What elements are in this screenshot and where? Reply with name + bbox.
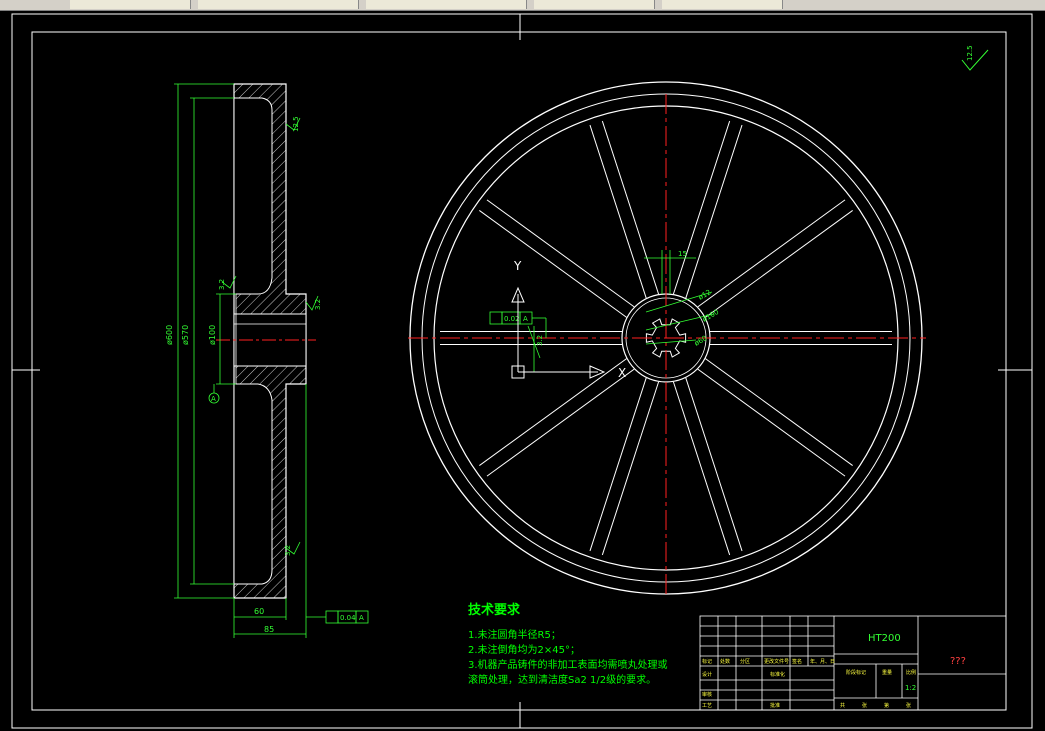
sheet-border (11, 13, 1033, 729)
runout-ref: A (359, 614, 364, 622)
ucs-icon (511, 286, 606, 379)
datum-label: A (211, 395, 216, 403)
spoke-edge (705, 358, 853, 466)
title-block-cell: 批准 (770, 702, 780, 709)
dim-d570: ø570 (181, 325, 190, 345)
ucs-y-label: Y (513, 259, 522, 273)
title-block-cell: 张 (906, 702, 911, 709)
spoke-edge (672, 381, 731, 556)
hub-dim-1: ø12 (697, 288, 712, 302)
rough-r2: 3.2 (314, 299, 322, 310)
spoke-edge (486, 199, 635, 308)
title-block-cell: 更改文件号 (764, 658, 789, 665)
note-1: 1.未注圆角半径R5； (468, 628, 561, 641)
dim-d600: ø600 (165, 325, 174, 345)
dim-15: 15 (678, 250, 687, 258)
corner-roughness-symbol: 12.5 (961, 45, 989, 71)
spoke-edge (697, 199, 846, 308)
title-block-cell: 共 (840, 702, 845, 709)
runout-tolerance-frame: 0.04 A (325, 610, 369, 624)
runout-value: 0.04 (340, 614, 356, 622)
title-block-cell: 审核 (702, 691, 712, 698)
side-view: ø600 ø570 ø100 60 85 12.5 3.2 3.2 3.2 A … (165, 83, 369, 638)
keyway-tol-value: 0.02 (504, 315, 520, 323)
title-block-cell: 分区 (740, 658, 750, 665)
spoke-edge (601, 120, 660, 295)
dim-w60: 60 (254, 607, 264, 616)
spoke-edge (705, 210, 853, 318)
title-block-cell: 处数 (720, 658, 730, 665)
tab-5[interactable] (662, 0, 783, 9)
title-block-cell: 标记 (702, 658, 712, 665)
cad-drawing-canvas[interactable]: 12.5 ø600 ø570 ø100 60 85 12.5 3.2 3.2 3… (0, 11, 1045, 731)
spoke-edge (601, 381, 660, 556)
ucs-x-label: X (618, 366, 626, 380)
title-block-cell: 签名 (792, 658, 802, 665)
title-block-cell: 张 (862, 702, 867, 709)
notes-title: 技术要求 (468, 602, 521, 618)
spoke-edge (685, 124, 743, 299)
spoke-edge (685, 377, 743, 552)
dim-w85: 85 (264, 625, 274, 634)
hub-dim-2: ø100 (701, 308, 720, 324)
dim-d100: ø100 (208, 325, 217, 345)
hub-roughness: 3.2 (536, 335, 544, 346)
note-4: 滚筒处理，达到清洁度Sa2 1/2级的要求。 (468, 673, 656, 686)
spoke-edge (589, 377, 647, 552)
title-block-cell: 年、月、日 (810, 658, 835, 665)
title-block-cell: 第 (884, 702, 889, 709)
rough-r1: 12.5 (292, 116, 300, 132)
window-tab-bar (0, 0, 1045, 11)
title-block-cell: 设计 (702, 671, 712, 678)
technical-notes: 技术要求 1.未注圆角半径R5； 2.未注倒角均为2×45°； 3.机器产品铸件… (468, 602, 668, 686)
spoke-edge (479, 358, 627, 466)
title-block-cell: 重量 (882, 669, 892, 676)
part-name: ??? (950, 656, 966, 667)
corner-roughness-value: 12.5 (966, 45, 974, 61)
spoke-edge (697, 368, 846, 477)
material-label: HT200 (868, 633, 901, 644)
spoke-edge (672, 120, 731, 295)
spoke-edge (486, 368, 635, 477)
note-3: 3.机器产品铸件的非加工表面均需喷丸处理或 (468, 658, 668, 671)
title-block-cell: 标准化 (770, 671, 785, 678)
title-block-cell: 工艺 (702, 703, 712, 709)
rough-r4: 3.2 (284, 545, 292, 556)
spoke-edge (479, 210, 627, 318)
title-block-cell: 比例 (906, 669, 916, 676)
scale-value: 1:2 (905, 684, 916, 692)
tab-1[interactable] (70, 0, 191, 9)
tab-2[interactable] (198, 0, 359, 9)
spoke-edge (589, 124, 647, 299)
title-block: HT200 ??? 1:2 标记 处数 分区 更改文件号 签名 年、月、日 设计… (699, 615, 1007, 711)
tab-4[interactable] (534, 0, 655, 9)
front-view-wheel: 15 ø12 ø100 ø60 0.02 A 3.2 Y X (408, 81, 926, 596)
title-block-cell: 阶段标记 (846, 669, 866, 676)
tab-3[interactable] (366, 0, 527, 9)
keyway-tol-ref: A (523, 315, 528, 323)
rough-r3: 3.2 (218, 279, 226, 290)
note-2: 2.未注倒角均为2×45°； (468, 643, 580, 656)
